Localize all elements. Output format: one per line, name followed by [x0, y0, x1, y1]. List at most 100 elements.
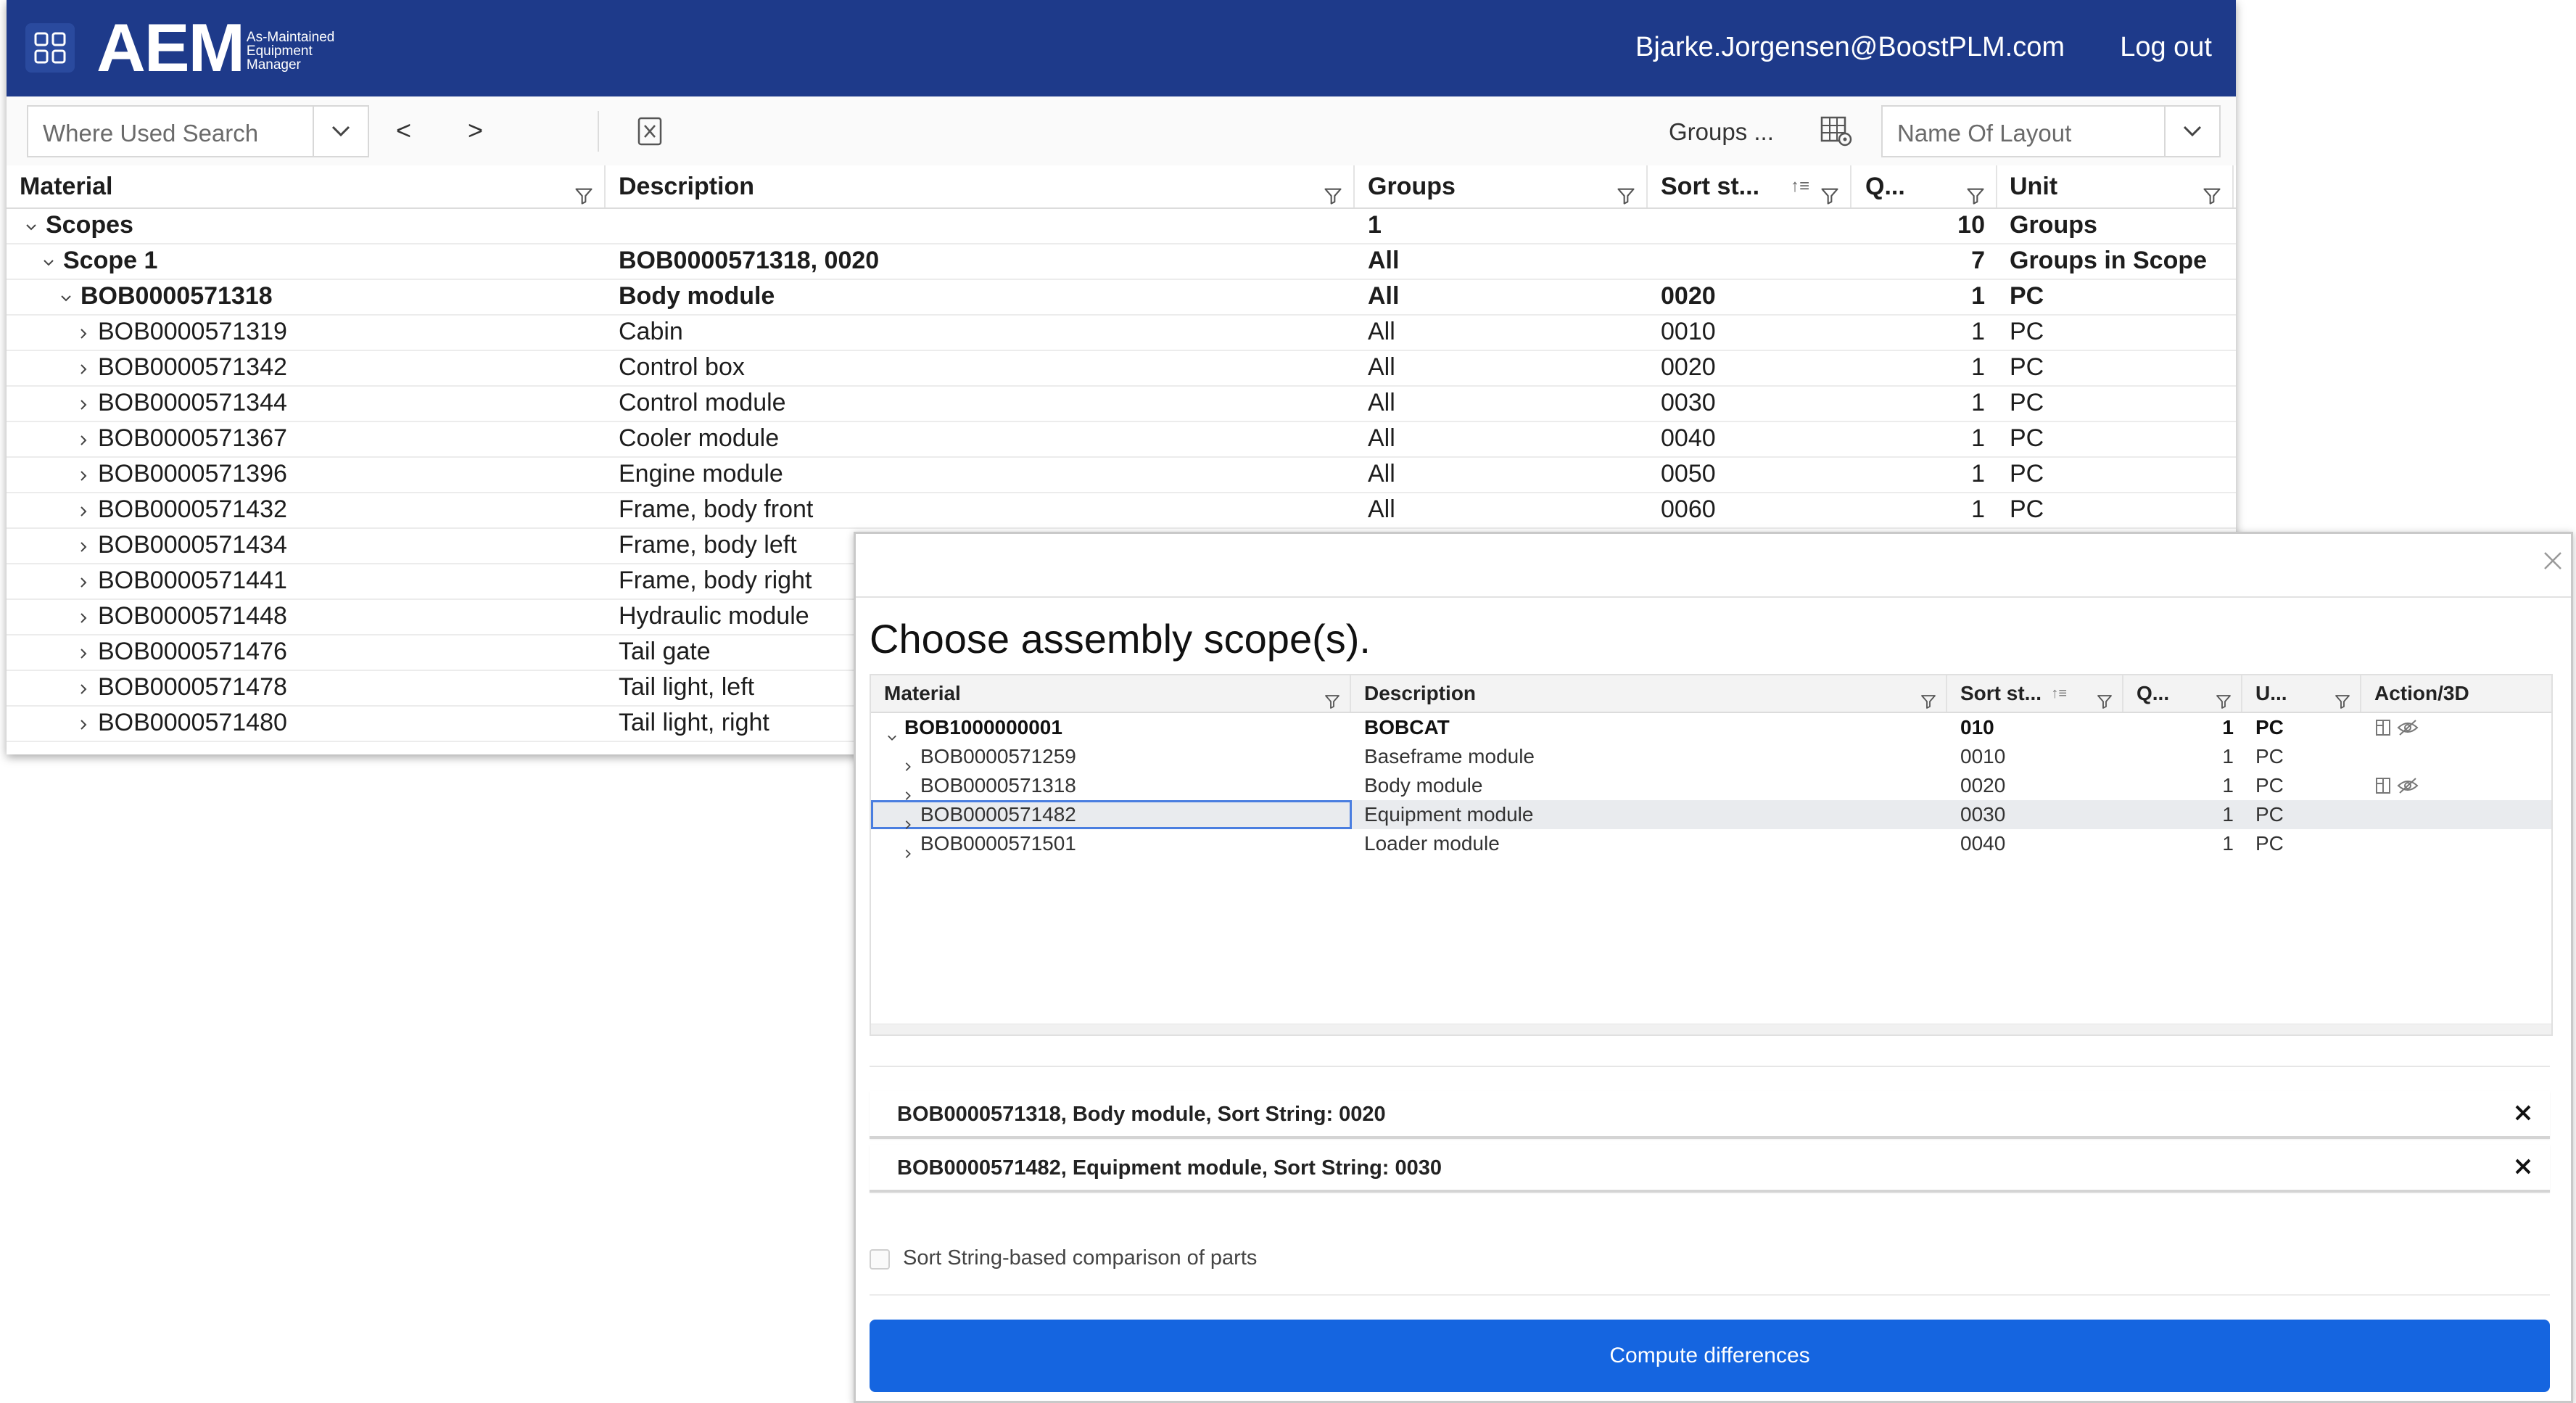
column-header-material[interactable]: Material [871, 675, 1351, 712]
cell-qty: 10 [1957, 211, 1985, 239]
logout-link[interactable]: Log out [2120, 32, 2212, 63]
view-3d-icon[interactable] [2373, 713, 2393, 746]
chevron-down-icon[interactable] [887, 722, 897, 741]
cell-sort: 0010 [1960, 745, 2006, 768]
groups-filter-icon[interactable] [1616, 177, 1636, 205]
sort-filter-icon[interactable] [2096, 686, 2113, 709]
chevron-right-icon[interactable] [78, 563, 89, 588]
material-filter-icon[interactable] [1324, 686, 1341, 709]
cell-unit: PC [2010, 353, 2044, 381]
horizontal-scrollbar[interactable] [871, 1024, 2551, 1034]
table-row[interactable]: BOB0000571367 Cooler module All 0040 1 PC [7, 421, 2236, 458]
chevron-right-icon[interactable] [903, 751, 913, 771]
chevron-right-icon[interactable] [903, 838, 913, 858]
remove-scope-icon[interactable] [2514, 1157, 2532, 1176]
column-header-unit[interactable]: Unit [1997, 165, 2234, 207]
unit-filter-icon[interactable] [2334, 686, 2351, 709]
chevron-down-icon[interactable] [43, 243, 54, 266]
chevron-right-icon[interactable] [78, 705, 89, 730]
prev-button[interactable]: < [396, 115, 411, 146]
sort-string-checkbox-label: Sort String-based comparison of parts [903, 1246, 1258, 1270]
table-row[interactable]: BOB0000571318 Body module 0020 1 PC [871, 771, 2551, 800]
column-header-description[interactable]: Description [1351, 675, 1947, 712]
column-header-action[interactable]: Action/3D [2361, 675, 2551, 712]
cell-description: Loader module [1364, 832, 1500, 855]
cell-qty: 1 [1971, 282, 1985, 310]
table-row[interactable]: BOB0000571432 Frame, body front All 0060 1 PC [7, 492, 2236, 529]
table-settings-icon[interactable] [1820, 115, 1853, 147]
chevron-right-icon[interactable] [78, 634, 89, 659]
description-filter-icon[interactable] [1920, 686, 1937, 709]
table-row[interactable]: BOB0000571501 Loader module 0040 1 PC [871, 829, 2551, 858]
next-button[interactable]: > [468, 115, 483, 146]
assembly-tree-grid: Material Description Sort st... ↑≡ Q... U... A… [870, 674, 2553, 1036]
table-row[interactable]: Scopes 1 10 Groups [7, 207, 2236, 244]
column-header-sort[interactable]: Sort st... ↑≡ [1947, 675, 2123, 712]
table-row[interactable]: BOB0000571259 Baseframe module 0010 1 PC [871, 742, 2551, 771]
qty-filter-icon[interactable] [2215, 686, 2232, 709]
chevron-down-icon[interactable] [25, 207, 37, 231]
table-row[interactable]: BOB1000000001 BOBCAT 010 1 PC [871, 713, 2551, 742]
cell-material: BOB0000571434 [98, 531, 287, 559]
chevron-right-icon[interactable] [78, 350, 89, 374]
cell-material: BOB1000000001 [904, 716, 1062, 738]
cell-sort: 0020 [1661, 282, 1716, 310]
table-row[interactable]: BOB0000571482 Equipment module 0030 1 PC [871, 800, 2551, 829]
chevron-right-icon[interactable] [78, 421, 89, 445]
sort-ascending-icon[interactable]: ↑≡ [2051, 675, 2067, 712]
chevron-right-icon[interactable] [78, 598, 89, 623]
column-header-qty[interactable]: Q... [2123, 675, 2242, 712]
column-header-groups[interactable]: Groups [1355, 165, 1648, 207]
table-row[interactable]: BOB0000571396 Engine module All 0050 1 PC [7, 456, 2236, 493]
column-header-description[interactable]: Description [606, 165, 1355, 207]
chevron-right-icon[interactable] [78, 670, 89, 694]
qty-filter-icon[interactable] [1965, 177, 1986, 205]
table-row[interactable]: BOB0000571344 Control module All 0030 1 PC [7, 385, 2236, 422]
layout-dropdown-button[interactable] [2164, 107, 2219, 156]
compute-differences-button[interactable]: Compute differences [870, 1320, 2550, 1392]
excel-export-icon[interactable] [637, 117, 662, 146]
table-row[interactable]: Scope 1 BOB0000571318, 0020 All 7 Groups in … [7, 243, 2236, 280]
chevron-right-icon[interactable] [903, 780, 913, 800]
cell-unit: PC [2010, 495, 2044, 523]
cell-sort: 0060 [1661, 495, 1716, 523]
column-header-qty[interactable]: Q... [1852, 165, 1997, 207]
description-filter-icon[interactable] [1323, 177, 1343, 205]
material-filter-icon[interactable] [574, 177, 594, 205]
cell-description: Frame, body front [619, 495, 814, 523]
chevron-right-icon[interactable] [903, 809, 913, 829]
search-dropdown-button[interactable] [313, 107, 368, 156]
sort-filter-icon[interactable] [1820, 177, 1840, 205]
column-header-material[interactable]: Material [7, 165, 606, 207]
remove-scope-icon[interactable] [2514, 1103, 2532, 1122]
chevron-right-icon[interactable] [78, 385, 89, 410]
app-logo: AEM As-Maintained Equipment Manager [96, 12, 334, 84]
selected-scope-text: BOB0000571482, Equipment module, Sort St… [897, 1156, 1442, 1180]
layout-dropdown[interactable]: Name Of Layout [1881, 105, 2221, 157]
column-header-sort[interactable]: Sort st... ↑≡ [1648, 165, 1852, 207]
sort-ascending-icon[interactable]: ↑≡ [1791, 165, 1809, 207]
cell-qty: 1 [1971, 389, 1985, 416]
sort-string-checkbox[interactable] [870, 1249, 890, 1270]
unit-filter-icon[interactable] [2202, 177, 2222, 205]
logo-subtitle: As-Maintained Equipment Manager [246, 29, 335, 73]
chevron-right-icon[interactable] [78, 492, 89, 517]
groups-button[interactable]: Groups ... [1669, 118, 1774, 146]
app-menu-icon[interactable] [25, 23, 75, 73]
hide-eye-icon[interactable] [2396, 771, 2419, 804]
view-3d-icon[interactable] [2373, 771, 2393, 804]
table-row[interactable]: BOB0000571342 Control box All 0020 1 PC [7, 350, 2236, 387]
where-used-search-dropdown[interactable]: Where Used Search [27, 105, 369, 157]
chevron-right-icon[interactable] [78, 527, 89, 552]
table-row[interactable]: BOB0000571318 Body module All 0020 1 PC [7, 279, 2236, 316]
column-header-unit[interactable]: U... [2242, 675, 2361, 712]
cell-description: Control box [619, 353, 745, 381]
chevron-right-icon[interactable] [78, 314, 89, 339]
chevron-right-icon[interactable] [78, 456, 89, 481]
cell-description: BOB0000571318, 0020 [619, 247, 880, 274]
close-icon[interactable] [2542, 550, 2564, 572]
table-row[interactable]: BOB0000571319 Cabin All 0010 1 PC [7, 314, 2236, 351]
chevron-down-icon[interactable] [60, 279, 72, 302]
hide-eye-icon[interactable] [2396, 713, 2419, 746]
cell-description: Frame, body left [619, 531, 797, 559]
